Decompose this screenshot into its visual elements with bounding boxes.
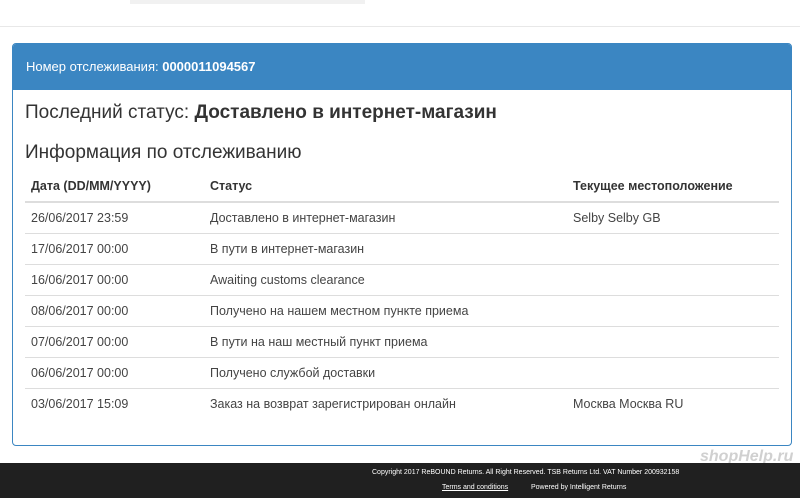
row-location: Москва Москва RU <box>567 388 779 419</box>
table-header-row: Дата (DD/MM/YYYY) Статус Текущее местопо… <box>25 171 779 203</box>
row-status: Awaiting customs clearance <box>204 264 567 296</box>
column-header-location: Текущее местоположение <box>567 171 779 203</box>
column-header-status: Статус <box>204 171 567 203</box>
footer: Copyright 2017 ReBOUND Returns. All Righ… <box>0 463 800 498</box>
tracking-info-title: Информация по отслеживанию <box>25 142 302 163</box>
tracking-number: 0000011094567 <box>162 59 256 74</box>
row-date: 26/06/2017 23:59 <box>31 211 129 225</box>
footer-powered-by: Powered by Intelligent Returns <box>531 484 627 491</box>
row-location <box>567 295 779 327</box>
footer-copyright: Copyright 2017 ReBOUND Returns. All Righ… <box>372 469 680 476</box>
table-row: 08/06/2017 00:00 Получено на нашем местн… <box>25 295 779 327</box>
row-location <box>567 264 779 296</box>
row-location <box>567 326 779 358</box>
table-row: 17/06/2017 00:00 В пути в интернет-магаз… <box>25 233 779 265</box>
row-location <box>567 357 779 389</box>
row-date: 07/06/2017 00:00 <box>25 326 204 358</box>
table-row: 16/06/2017 00:00 Awaiting customs cleara… <box>25 264 779 296</box>
row-date: 03/06/2017 15:09 <box>25 388 204 419</box>
row-status: В пути на наш местный пункт приема <box>204 326 567 358</box>
table-row: 06/06/2017 00:00 Получено службой достав… <box>25 357 779 389</box>
row-date: 16/06/2017 00:00 <box>25 264 204 296</box>
row-status: В пути в интернет-магазин <box>204 233 567 265</box>
column-header-date: Дата (DD/MM/YYYY) <box>25 171 204 203</box>
row-date: 06/06/2017 00:00 <box>25 357 204 389</box>
tracking-panel: Номер отслеживания: 0000011094567 Послед… <box>12 43 792 446</box>
tracking-table: Дата (DD/MM/YYYY) Статус Текущее местопо… <box>25 171 779 419</box>
latest-status-label: Последний статус: <box>25 102 190 123</box>
row-date: 08/06/2017 00:00 <box>25 295 204 327</box>
top-strip <box>0 0 800 27</box>
table-row: 26/06/2017 23:59 Доставлено в интернет-м… <box>25 202 779 234</box>
row-status: Доставлено в интернет-магазин <box>210 211 396 225</box>
table-row: 03/06/2017 15:09 Заказ на возврат зареги… <box>25 388 779 419</box>
terms-link[interactable]: Terms and conditions <box>442 484 508 491</box>
row-location <box>567 233 779 265</box>
panel-heading: Номер отслеживания: 0000011094567 <box>13 44 791 90</box>
row-status: Получено на нашем местном пункте приема <box>204 295 567 327</box>
top-strip-shade <box>130 0 365 4</box>
tracking-number-label: Номер отслеживания: <box>26 59 159 74</box>
table-row: 07/06/2017 00:00 В пути на наш местный п… <box>25 326 779 358</box>
latest-status: Последний статус: Доставлено в интернет-… <box>25 102 497 124</box>
row-location: Selby Selby GB <box>573 211 661 225</box>
row-status: Заказ на возврат зарегистрирован онлайн <box>204 388 567 419</box>
row-date: 17/06/2017 00:00 <box>25 233 204 265</box>
row-status: Получено службой доставки <box>204 357 567 389</box>
latest-status-value: Доставлено в интернет-магазин <box>194 102 497 123</box>
